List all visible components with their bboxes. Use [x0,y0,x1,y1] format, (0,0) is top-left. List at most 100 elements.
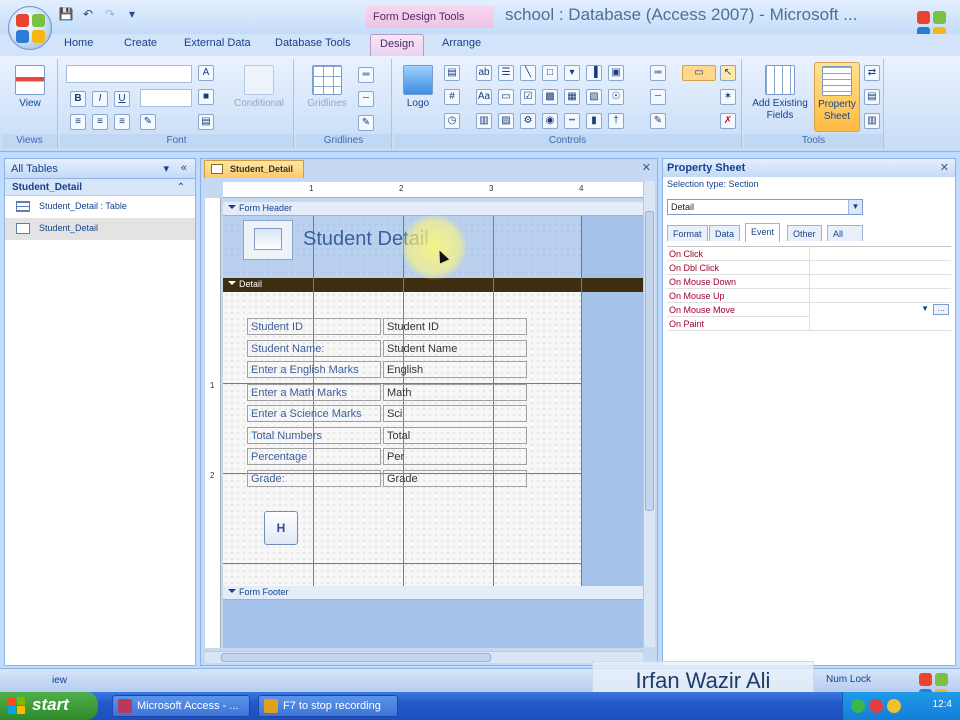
underline-icon[interactable]: U [114,91,130,107]
select-icon[interactable]: ▭ [682,65,716,81]
nav-collapse-icon[interactable]: « [181,162,187,174]
property-value[interactable] [809,261,951,275]
list-box-icon[interactable]: ☰ [498,65,514,81]
property-row[interactable]: On Mouse Up [667,289,951,303]
tab-control-icon[interactable]: ▧ [586,89,602,105]
view-button[interactable]: View [12,65,48,110]
option-button-icon[interactable]: ◉ [542,113,558,129]
save-icon[interactable]: 💾 [58,6,74,22]
checkbox-icon[interactable]: ☑ [520,89,536,105]
tab-create[interactable]: Create [124,37,157,49]
property-value[interactable] [809,317,951,331]
tab-all[interactable]: All [827,225,863,241]
tab-other[interactable]: Other [787,225,822,241]
textbox-science[interactable]: Sci [383,405,527,422]
tab-external-data[interactable]: External Data [184,37,251,49]
start-button[interactable]: start [0,692,98,720]
chart-icon[interactable]: ▐ [586,65,602,81]
undo-icon[interactable]: ↶ [80,6,96,22]
textbox-student-name[interactable]: Student Name [383,340,527,357]
nav-item-form[interactable]: Student_Detail [5,218,195,240]
detail-bar[interactable]: Detail [223,278,643,292]
textbox-grade[interactable]: Grade [383,470,527,487]
property-value[interactable]: ▼ … [809,303,951,317]
nav-dropdown-icon[interactable]: ▾ [163,162,169,175]
vertical-scrollbar[interactable] [643,181,655,647]
page-break-icon[interactable]: ┅ [564,113,580,129]
textbox-percentage[interactable]: Per [383,448,527,465]
vertical-scroll-thumb[interactable] [645,211,654,511]
add-existing-fields-button[interactable]: Add Existing Fields [748,65,812,122]
tab-home[interactable]: Home [64,37,93,49]
tab-event[interactable]: Event [745,223,781,242]
control-wizards-icon[interactable]: ✶ [720,89,736,105]
label-english[interactable]: Enter a English Marks [247,361,381,378]
property-row[interactable]: On Click [667,247,951,261]
align-right-icon[interactable]: ≡ [114,114,130,130]
bound-frame-icon[interactable]: ▣ [608,65,624,81]
property-row[interactable]: On Mouse Move ▼ … [667,303,951,317]
textbox-english[interactable]: English [383,361,527,378]
customize-qat-icon[interactable]: ▾ [124,6,140,22]
close-document-icon[interactable]: ✕ [642,161,651,174]
font-size-combo[interactable] [140,89,192,107]
line-icon[interactable]: ╲ [520,65,536,81]
gridlines-button[interactable]: Gridlines [302,65,352,110]
select-arrow-icon[interactable]: ↖ [720,65,736,81]
tab-format[interactable]: Format [667,225,708,241]
tab-arrange[interactable]: Arrange [442,37,481,49]
property-value[interactable] [809,275,951,289]
redo-icon[interactable]: ↷ [102,6,118,22]
tray-security-icon[interactable] [869,699,883,713]
chevron-down-icon[interactable]: ▼ [848,200,862,214]
form-footer-bar[interactable]: Form Footer [223,586,643,600]
nav-group-header[interactable]: Student_Detail ⌃ [5,179,195,196]
bold-icon[interactable]: B [70,91,86,107]
font-color-icon[interactable]: A [198,65,214,81]
tab-order-icon[interactable]: ⇄ [864,65,880,81]
close-icon[interactable]: ✕ [940,161,949,174]
align-left-icon[interactable]: ≡ [70,114,86,130]
nav-item-table[interactable]: Student_Detail : Table [5,196,195,218]
italic-icon[interactable]: I [92,91,108,107]
rectangle-icon[interactable]: □ [542,65,558,81]
date-time-icon[interactable]: ◷ [444,113,460,129]
chevron-down-icon[interactable]: ▼ [921,304,929,313]
horizontal-scrollbar[interactable] [205,651,643,663]
conditional-button[interactable]: Conditional [230,65,288,110]
nav-group-collapse-icon[interactable]: ⌃ [177,182,185,193]
form-footer-section[interactable] [223,600,643,648]
office-button[interactable] [8,6,52,50]
textbox-math[interactable]: Math [383,384,527,401]
toggle-button-icon[interactable]: ▮ [586,113,602,129]
taskbar-access-button[interactable]: Microsoft Access - ... [112,695,250,717]
label-student-name[interactable]: Student Name: [247,340,381,357]
label-total[interactable]: Total Numbers [247,427,381,444]
alternate-fill-icon[interactable]: ▤ [198,114,214,130]
line-type-icon[interactable]: ┄ [358,91,374,107]
logo-button[interactable]: Logo [400,65,436,110]
convert-macros-icon[interactable]: ▥ [864,113,880,129]
property-value[interactable] [809,247,951,261]
option-group-icon[interactable]: ▥ [476,113,492,129]
combo-box-icon[interactable]: ▾ [564,65,580,81]
line-color-control-icon[interactable]: ✎ [650,113,666,129]
label-student-id[interactable]: Student ID [247,318,381,335]
page-numbers-icon[interactable]: # [444,89,460,105]
label-grade[interactable]: Grade: [247,470,381,487]
textbox-total[interactable]: Total [383,427,527,444]
form-logo-control[interactable] [243,220,293,260]
property-sheet-button[interactable]: Property Sheet [814,62,860,132]
line-style-icon[interactable]: ═ [650,65,666,81]
text-box-icon[interactable]: ab [476,65,492,81]
tab-design[interactable]: Design [370,34,425,56]
view-code-icon[interactable]: ▤ [864,89,880,105]
taskbar-recorder-button[interactable]: F7 to stop recording [258,695,398,717]
insert-object-icon[interactable]: † [608,113,624,129]
property-row[interactable]: On Paint [667,317,951,331]
title-icon[interactable]: ▤ [444,65,460,81]
textbox-student-id[interactable]: Student ID [383,318,527,335]
align-center-icon[interactable]: ≡ [92,114,108,130]
document-tab[interactable]: Student_Detail [204,160,304,178]
command-button[interactable]: H [264,511,298,545]
